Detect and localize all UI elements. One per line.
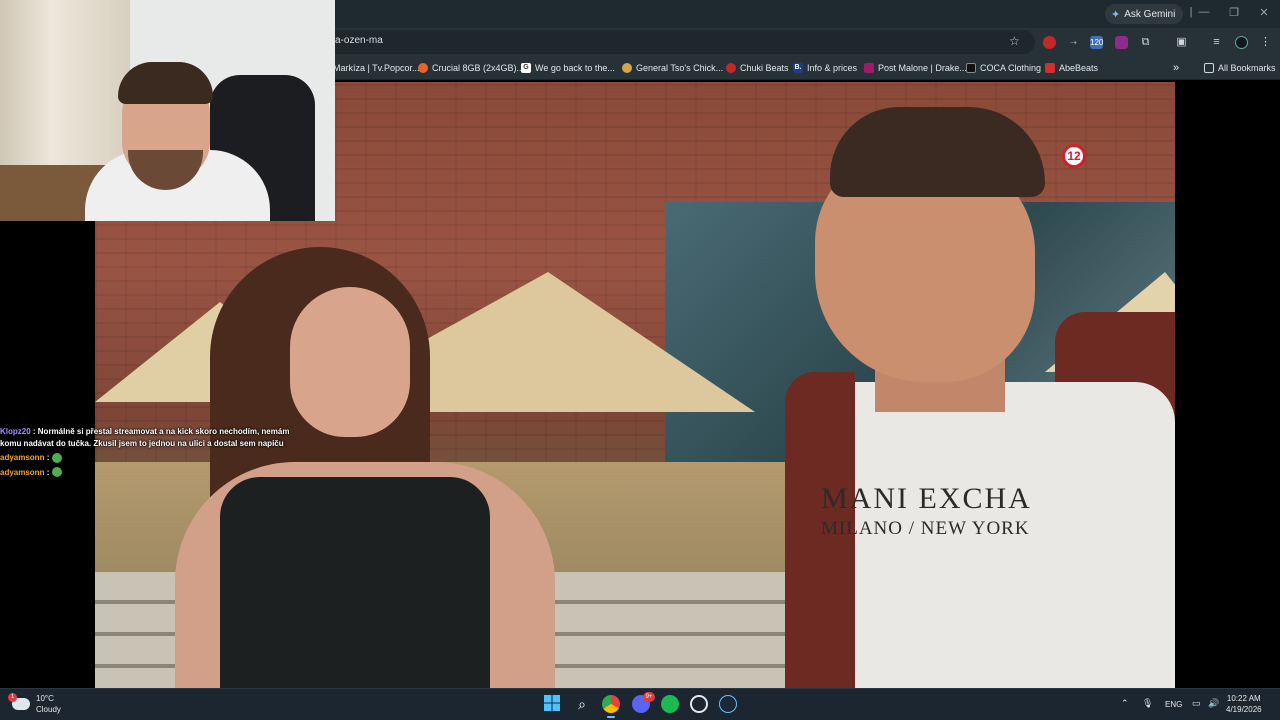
bookmark-label: Post Malone | Drake...: [878, 63, 967, 73]
chat-text: Normálně si přestal streamovat a na kick…: [0, 427, 290, 448]
bookmark-item[interactable]: COCA Clothing: [966, 61, 1041, 75]
weather-description: Cloudy: [36, 705, 61, 714]
chat-separator: :: [30, 427, 38, 436]
weather-widget[interactable]: 1 10°C Cloudy: [8, 693, 61, 715]
menu-kebab-icon[interactable]: ⋮: [1259, 36, 1272, 49]
chat-emote-icon: [51, 452, 62, 463]
bookmark-label: Info & prices: [807, 63, 858, 73]
chat-message: Klopz20 : Normálně si přestal streamovat…: [0, 426, 300, 449]
start-button[interactable]: [543, 695, 561, 713]
close-window-button[interactable]: ✕: [1256, 6, 1272, 19]
microphone-icon[interactable]: 🎙: [1142, 698, 1153, 709]
windows-logo-icon: [544, 695, 560, 711]
clock-time: 10:22 AM: [1226, 694, 1261, 703]
taskbar-clock[interactable]: 10:22 AM 4/19/2026: [1226, 693, 1262, 715]
extension-arrows-icon[interactable]: ⇢: [1067, 36, 1080, 49]
video-woman-face: [290, 287, 410, 437]
bookmark-label: General Tso's Chick...: [636, 63, 724, 73]
cloud-icon: 1: [8, 693, 30, 710]
chat-separator: :: [44, 453, 52, 462]
spotify-taskbar-icon[interactable]: [661, 695, 679, 713]
chat-message: adyamsonn :: [0, 452, 300, 464]
chat-separator: :: [44, 467, 52, 477]
bookmark-favicon: [864, 63, 874, 73]
bookmark-label: Crucial 8GB (2x4GB)...: [432, 63, 525, 73]
chat-emote-icon: [51, 467, 62, 478]
language-indicator[interactable]: ENG: [1165, 700, 1182, 709]
bookmark-item[interactable]: Chuki Beats: [726, 61, 789, 75]
address-bar[interactable]: [300, 30, 1035, 54]
shirt-print: MANI EXCHA MILANO / NEW YORK: [821, 482, 1032, 540]
tray-overflow-chevron-icon[interactable]: ⌃: [1121, 698, 1129, 709]
bookmark-favicon: G: [521, 63, 531, 73]
bookmark-favicon: [966, 63, 976, 73]
bookmark-item[interactable]: General Tso's Chick...: [622, 61, 723, 75]
chrome-taskbar-icon[interactable]: [602, 695, 620, 713]
bookmark-favicon: [726, 63, 736, 73]
ask-gemini-button[interactable]: ✦ Ask Gemini: [1105, 4, 1184, 24]
clock-date: 4/19/2026: [1226, 705, 1262, 714]
webcam-streamer-hair: [118, 62, 213, 104]
bookmark-label: Chuki Beats: [740, 63, 789, 73]
bookmark-item[interactable]: B. Info & prices: [793, 61, 857, 75]
tab-share-icon[interactable]: ▣: [1175, 36, 1188, 49]
discord-notification-badge: 9+: [643, 692, 655, 702]
active-app-indicator: [607, 716, 615, 718]
all-bookmarks-button[interactable]: All Bookmarks: [1204, 61, 1276, 75]
video-woman-top: [220, 477, 490, 688]
chat-message: adyamsonn :: [0, 467, 300, 479]
bookmark-item[interactable]: AbeBeats: [1045, 61, 1098, 75]
extension-badge-icon[interactable]: 120: [1090, 36, 1103, 49]
bookmark-star-icon[interactable]: ☆: [1009, 34, 1020, 48]
address-url[interactable]: a-ozen-ma: [335, 35, 383, 46]
bookmark-label: We go back to the...: [535, 63, 615, 73]
chat-username: adyamsonn: [0, 453, 45, 462]
epic-taskbar-icon[interactable]: [690, 695, 708, 713]
bookmark-label: AbeBeats: [1059, 63, 1099, 73]
network-icon[interactable]: ▭: [1192, 698, 1201, 709]
gemini-sparkle-icon: ✦: [1111, 8, 1121, 21]
screen: ✦ Ask Gemini | — ❐ ✕ a-ozen-ma ☆ ⇢ 120 ⧉…: [0, 0, 1280, 720]
shirt-print-line1: MANI EXCHA: [821, 482, 1032, 515]
bookmark-label: COCA Clothing: [980, 63, 1042, 73]
bookmark-favicon: [418, 63, 428, 73]
bookmark-item[interactable]: Post Malone | Drake...: [864, 61, 967, 75]
age-rating-badge: 12: [1062, 144, 1086, 168]
extension-purple-icon[interactable]: [1115, 36, 1128, 49]
profile-avatar[interactable]: [1235, 36, 1248, 49]
bookmark-item[interactable]: Crucial 8GB (2x4GB)...: [418, 61, 524, 75]
bookmark-item[interactable]: Markíza | Tv.Popcor...: [333, 61, 420, 75]
reading-list-icon[interactable]: ≡: [1210, 36, 1223, 49]
weather-text: 10°C Cloudy: [36, 693, 61, 715]
bookmark-favicon: [1045, 63, 1055, 73]
more-bookmarks-button[interactable]: »: [1173, 61, 1179, 75]
shirt-print-line2: MILANO / NEW YORK: [821, 518, 1030, 539]
minimize-button[interactable]: —: [1196, 6, 1212, 18]
bookmark-item[interactable]: G We go back to the...: [521, 61, 615, 75]
chat-username: adyamsonn: [0, 467, 45, 477]
folder-icon: [1204, 63, 1214, 73]
video-man-hair: [830, 107, 1045, 197]
bookmark-favicon: B.: [793, 63, 803, 73]
ask-gemini-label: Ask Gemini: [1124, 8, 1176, 20]
weather-temperature: 10°C: [36, 694, 54, 703]
bookmark-label: Markíza | Tv.Popcor...: [333, 63, 420, 73]
steam-taskbar-icon[interactable]: [719, 695, 737, 713]
webcam-overlay: [0, 0, 335, 221]
volume-icon[interactable]: 🔊: [1208, 698, 1219, 709]
weather-alert-badge: 1: [8, 693, 17, 702]
extensions-puzzle-icon[interactable]: ⧉: [1139, 36, 1152, 49]
bookmark-favicon: [622, 63, 632, 73]
extension-red-icon[interactable]: [1043, 36, 1056, 49]
chat-username: Klopz20: [0, 427, 31, 436]
search-icon[interactable]: ⌕: [573, 695, 591, 713]
all-bookmarks-label: All Bookmarks: [1218, 63, 1276, 73]
maximize-button[interactable]: ❐: [1226, 6, 1242, 19]
chat-overlay: Klopz20 : Normálně si přestal streamovat…: [0, 426, 300, 478]
